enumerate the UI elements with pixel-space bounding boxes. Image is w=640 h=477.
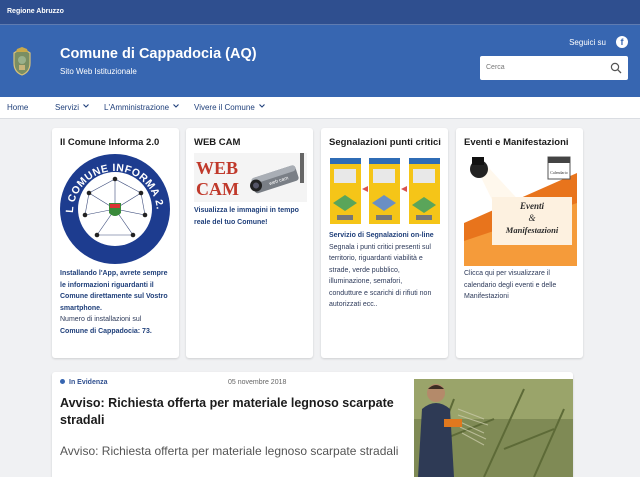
card-line: autorizzati ecc..: [329, 301, 378, 308]
card-comune-informa[interactable]: Il Comune Informa 2.0 IL COMUNE INFORMA …: [52, 128, 179, 358]
nav-item-amministrazione[interactable]: L'Amministrazione: [104, 103, 179, 112]
facebook-icon[interactable]: f: [616, 36, 628, 48]
chevron-down-icon: [173, 104, 179, 108]
search-icon[interactable]: [610, 62, 622, 74]
card-line: Segnala i punti critici presenti sul: [329, 243, 431, 251]
comune-informa-logo-icon[interactable]: IL COMUNE INFORMA 2.0: [59, 153, 171, 265]
card-line: Comune di Cappadocia: 73.: [60, 327, 152, 335]
card-title[interactable]: WEB CAM: [194, 137, 240, 148]
news-tag-label: In Evidenza: [69, 379, 108, 386]
bullet-icon: [60, 379, 65, 384]
site-subtitle: Sito Web Istituzionale: [60, 67, 137, 76]
eventi-poster-text-1: Eventi: [519, 201, 544, 211]
card-line: territorio, riguardanti viabilità e: [329, 255, 423, 262]
card-line: Comune direttamente sul Vostro: [60, 293, 168, 300]
webcam-banner-text-2: CAM: [196, 179, 239, 199]
nav-item-label: Servizi: [55, 103, 80, 112]
card-line: Numero di installazioni sul: [60, 316, 142, 323]
nav-item-home[interactable]: Home: [7, 103, 28, 112]
card-line: illuminazione, semafori,: [329, 278, 403, 285]
webcam-banner-text-1: WEB: [196, 158, 238, 178]
search-placeholder: Cerca: [486, 64, 505, 71]
chevron-down-icon: [258, 104, 265, 108]
card-title[interactable]: Segnalazioni punti critici: [329, 137, 441, 148]
segnalazioni-steps-icon[interactable]: [329, 153, 442, 226]
site-header: Comune di Cappadocia (AQ) Sito Web Istit…: [0, 25, 640, 97]
card-line: Manifestazioni: [464, 293, 509, 300]
search-input[interactable]: Cerca: [480, 56, 628, 80]
site-title[interactable]: Comune di Cappadocia (AQ): [60, 46, 257, 62]
card-line: Visualizza le immagini in tempo: [194, 207, 299, 214]
webcam-banner-icon[interactable]: WEB CAM web cam: [194, 153, 307, 202]
card-title[interactable]: Il Comune Informa 2.0: [60, 137, 159, 148]
card-text: Clicca qui per visualizzare il calendari…: [464, 268, 577, 303]
card-eventi[interactable]: Eventi e Manifestazioni Calendario Event…: [456, 128, 583, 358]
eventi-poster-text-2: &: [528, 213, 535, 223]
top-bar: Regione Abruzzo: [0, 0, 640, 25]
card-line: reale del tuo Comune!: [194, 218, 268, 226]
nav-item-vivere-il-comune[interactable]: Vivere il Comune: [194, 103, 265, 112]
nav-item-label: L'Amministrazione: [104, 103, 170, 112]
news-photo[interactable]: [414, 379, 573, 477]
nav-item-label: Vivere il Comune: [194, 103, 255, 112]
news-title[interactable]: Avviso: Richiesta offerta per materiale …: [60, 395, 405, 428]
main-nav: Home Servizi L'Amministrazione Vivere il…: [0, 97, 640, 119]
news-date: 05 novembre 2018: [228, 379, 287, 386]
card-webcam[interactable]: WEB CAM WEB CAM web cam Visualizza le im…: [186, 128, 313, 358]
eventi-poster-text-3: Manifestazioni: [505, 225, 559, 235]
nav-item-servizi[interactable]: Servizi: [55, 103, 89, 112]
card-line: le informazioni riguardanti il: [60, 281, 154, 289]
card-line: smartphone.: [60, 304, 103, 312]
card-line: condutture e scarichi di rifiuti non: [329, 289, 432, 297]
card-title[interactable]: Eventi e Manifestazioni: [464, 137, 569, 148]
news-highlight: In Evidenza 05 novembre 2018 Avviso: Ric…: [52, 372, 573, 477]
news-tag[interactable]: In Evidenza: [60, 379, 108, 386]
chevron-down-icon: [83, 104, 89, 108]
card-text: Visualizza le immagini in tempo reale de…: [194, 205, 307, 228]
card-line: Clicca qui per visualizzare il: [464, 270, 550, 277]
card-segnalazioni[interactable]: Segnalazioni punti critici Servizio di S…: [321, 128, 448, 358]
card-line: strade, verde pubblico,: [329, 266, 400, 274]
follow-label: Seguici su: [569, 38, 606, 47]
eventi-poster-icon[interactable]: Calendario Eventi & Manifestazioni: [464, 153, 577, 266]
calendar-label: Calendario: [550, 170, 568, 175]
card-line: calendario degli eventi e delle: [464, 281, 557, 289]
card-line: Installando l'App, avrete sempre: [60, 270, 168, 277]
card-text: Servizio di Segnalazioni on-line Segnala…: [329, 230, 442, 311]
municipal-crest-icon[interactable]: [10, 45, 34, 77]
card-text: Installando l'App, avrete sempre le info…: [60, 268, 173, 337]
region-link[interactable]: Regione Abruzzo: [7, 8, 64, 15]
news-summary: Avviso: Richiesta offerta per materiale …: [60, 444, 399, 458]
card-line: Servizio di Segnalazioni on-line: [329, 232, 434, 239]
